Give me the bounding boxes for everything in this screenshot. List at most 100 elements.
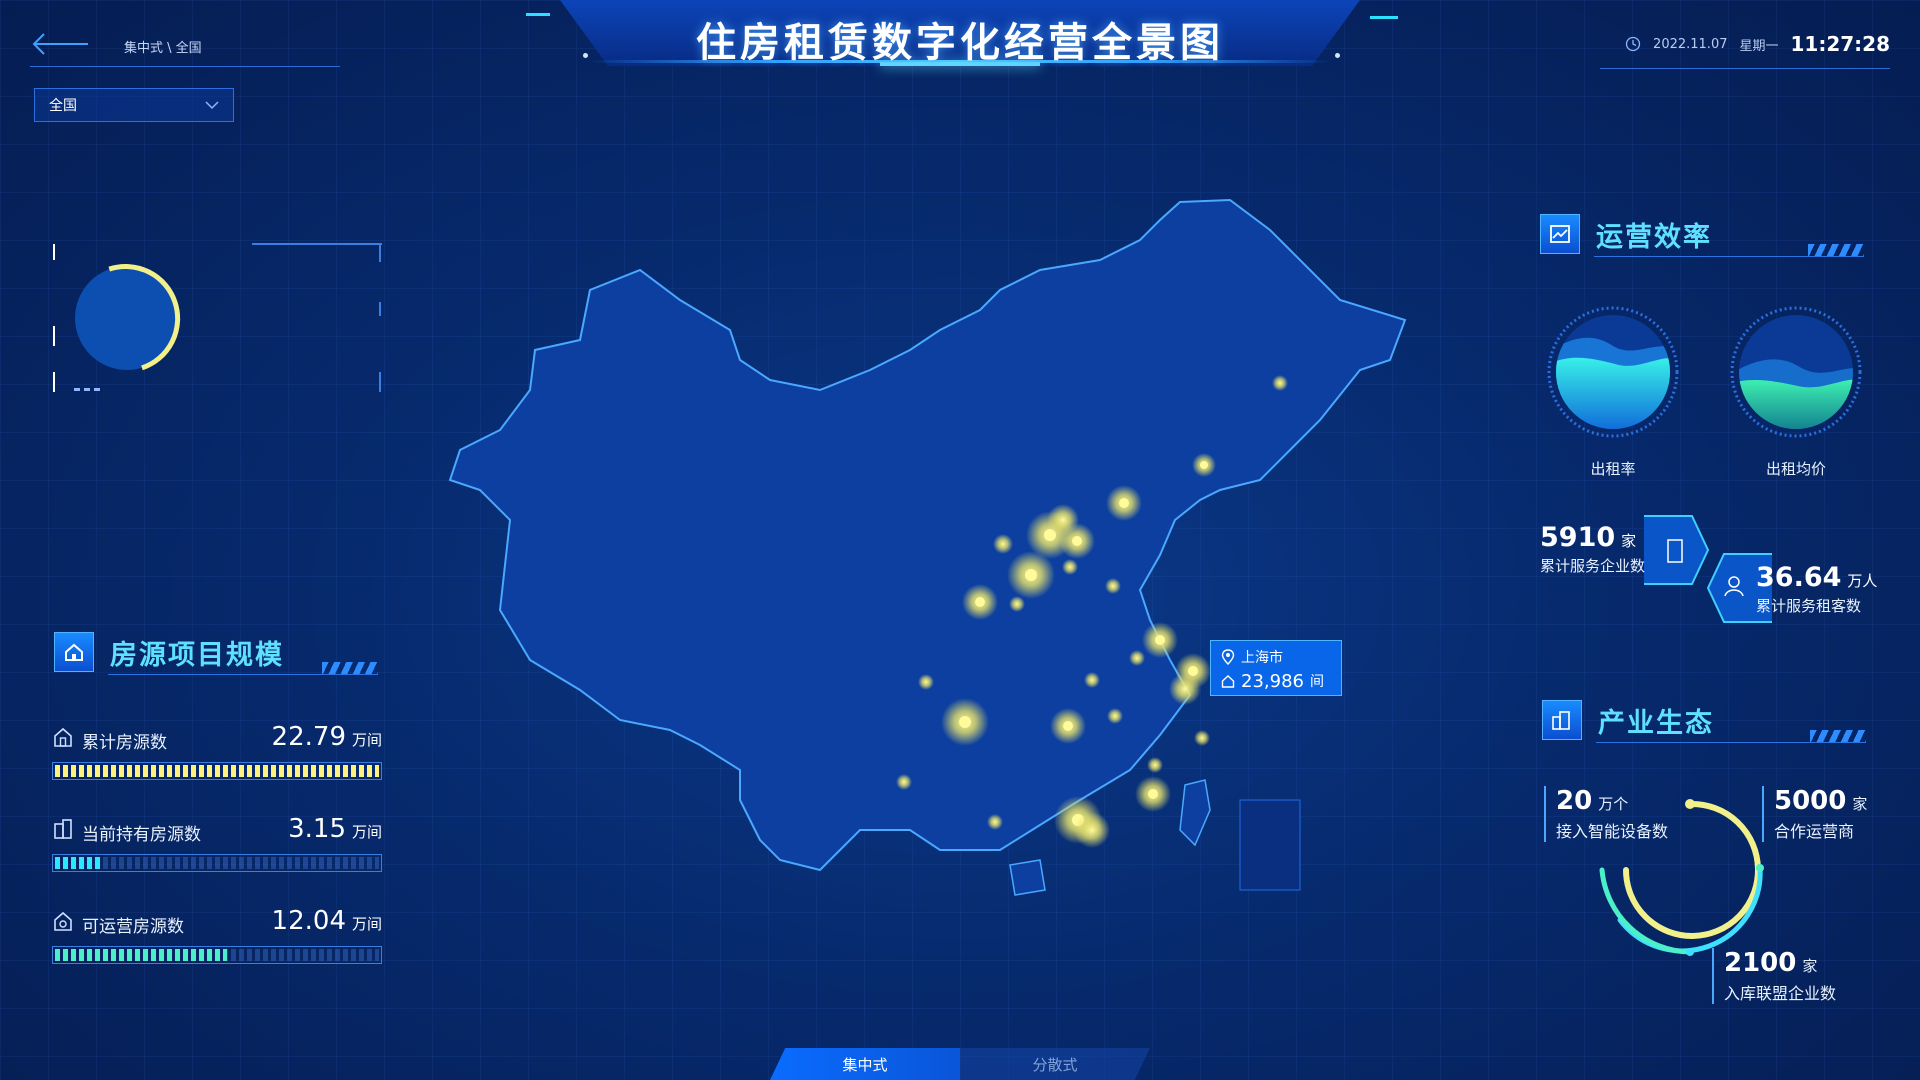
kpi-value: 36.64 (1756, 562, 1842, 593)
eco-value: 2100 (1724, 948, 1797, 978)
tab-decentralized[interactable]: 分散式 (960, 1048, 1150, 1080)
efficiency-header: 运营效率 (1540, 214, 1712, 254)
eco-unit: 家 (1802, 957, 1818, 975)
hotspot[interactable] (918, 674, 934, 690)
house-icon (1221, 675, 1235, 688)
deco-dot (1335, 53, 1340, 58)
progress-fill (55, 765, 379, 777)
avg-rent-gauge (1728, 304, 1864, 440)
housing-scale-header: 房源项目规模 (54, 632, 284, 672)
progress-bar (52, 946, 382, 964)
stat-label: 当前持有房源数 (82, 825, 201, 845)
title-deco-left (526, 13, 550, 26)
eco-value: 5000 (1774, 786, 1847, 816)
eco-operators: 5000 家 合作运营商 (1762, 786, 1867, 842)
map-outline (448, 198, 1407, 872)
eco-unit: 家 (1852, 795, 1868, 813)
section-stripes (322, 662, 378, 674)
breadcrumb-divider (30, 60, 340, 67)
eco-label: 接入智能设备数 (1556, 822, 1669, 841)
hainan-outline (1009, 859, 1046, 896)
hotspot[interactable] (1009, 596, 1025, 612)
hotspot[interactable] (1063, 721, 1073, 731)
breadcrumb: 集中式 \ 全国 (124, 41, 202, 56)
hotspot[interactable] (975, 597, 985, 607)
hotspot[interactable] (1200, 461, 1208, 469)
map-tooltip: 上海市 23,986 间 (1210, 640, 1342, 696)
back-arrow-icon[interactable] (30, 30, 92, 58)
section-stripes (1810, 730, 1866, 742)
hotspot[interactable] (1047, 504, 1079, 536)
hotspot[interactable] (1119, 498, 1129, 508)
hotspot[interactable] (1169, 673, 1201, 705)
hotspot[interactable] (1155, 635, 1165, 645)
datetime-display: 2022.11.07 星期一 11:27:28 (1625, 32, 1890, 56)
clock-icon (1625, 36, 1641, 52)
stat-label: 累计房源数 (82, 733, 167, 753)
occupancy-rate-gauge (1545, 304, 1681, 440)
hotspot[interactable] (1025, 569, 1037, 581)
progress-bar (52, 854, 382, 872)
weekday-text: 星期一 (1739, 38, 1779, 54)
region-select[interactable]: 全国 (34, 88, 234, 122)
efficiency-title: 运营效率 (1596, 221, 1712, 253)
chart-line-icon (1540, 214, 1580, 254)
hotspot[interactable] (1074, 812, 1110, 848)
stat-value: 22.79 万间 (271, 722, 382, 752)
apartment-icon (54, 819, 72, 839)
ecology-title: 产业生态 (1598, 707, 1714, 739)
kpi-label: 累计服务企业数 (1540, 557, 1646, 575)
progress-bar (52, 762, 382, 780)
kpi-unit: 万人 (1847, 572, 1878, 590)
chevron-down-icon (205, 101, 219, 110)
ecology-header: 产业生态 (1542, 700, 1714, 740)
eco-smart-devices: 20 万个 接入智能设备数 (1544, 786, 1668, 842)
occupancy-rate-label: 出租率 (1590, 460, 1636, 478)
eco-value: 20 (1556, 786, 1593, 816)
hotspot[interactable] (959, 716, 971, 728)
tooltip-city: 上海市 (1241, 650, 1283, 666)
hotspot[interactable] (987, 814, 1003, 830)
kpi-unit: 家 (1621, 532, 1637, 550)
hotspot[interactable] (1105, 578, 1121, 594)
hotspot[interactable] (1272, 375, 1288, 391)
date-text: 2022.11.07 (1653, 36, 1728, 52)
china-map[interactable] (440, 190, 1420, 940)
housing-scale-title: 房源项目规模 (110, 639, 284, 671)
location-pin-icon (1221, 649, 1235, 665)
stat-value: 12.04 万间 (271, 906, 382, 936)
hotspot[interactable] (1107, 708, 1123, 724)
stat-value: 3.15 万间 (288, 814, 382, 844)
tab-centralized[interactable]: 集中式 (770, 1048, 960, 1080)
section-stripes (1808, 244, 1864, 256)
hotspot[interactable] (1194, 730, 1210, 746)
hotspot[interactable] (993, 534, 1013, 554)
title-deco-right (1370, 16, 1398, 19)
building-outline-icon (54, 727, 72, 747)
eco-label: 入库联盟企业数 (1724, 984, 1837, 1003)
tooltip-value: 23,986 (1241, 670, 1304, 692)
tooltip-unit: 间 (1309, 674, 1324, 690)
stat-label: 可运营房源数 (82, 917, 184, 937)
kpi-label: 累计服务租客数 (1756, 597, 1862, 615)
overview-gauge (53, 243, 382, 392)
progress-fill (55, 857, 101, 869)
tooltip-value-row: 23,986 间 (1221, 669, 1331, 693)
taiwan-outline (1179, 779, 1211, 847)
hotspot[interactable] (1129, 650, 1145, 666)
tooltip-city-row: 上海市 (1221, 645, 1331, 669)
time-text: 11:27:28 (1790, 32, 1891, 56)
kpi-enterprises: 5910 家 累计服务企业数 (1540, 522, 1645, 576)
hotspot[interactable] (1062, 559, 1078, 575)
hotspot[interactable] (896, 774, 912, 790)
avg-rent-label: 出租均价 (1765, 460, 1826, 478)
region-select-value: 全国 (49, 98, 77, 114)
kpi-tenants: 36.64 万人 累计服务租客数 (1756, 562, 1877, 616)
hotspot[interactable] (1084, 672, 1100, 688)
page-title: 住房租赁数字化经营全景图 (696, 20, 1224, 66)
mode-tabs: 集中式 分散式 (770, 1048, 1150, 1080)
hotspot[interactable] (1148, 789, 1158, 799)
south-sea-inset (1239, 799, 1301, 891)
hotspot[interactable] (1147, 757, 1163, 773)
deco-dot (583, 53, 588, 58)
